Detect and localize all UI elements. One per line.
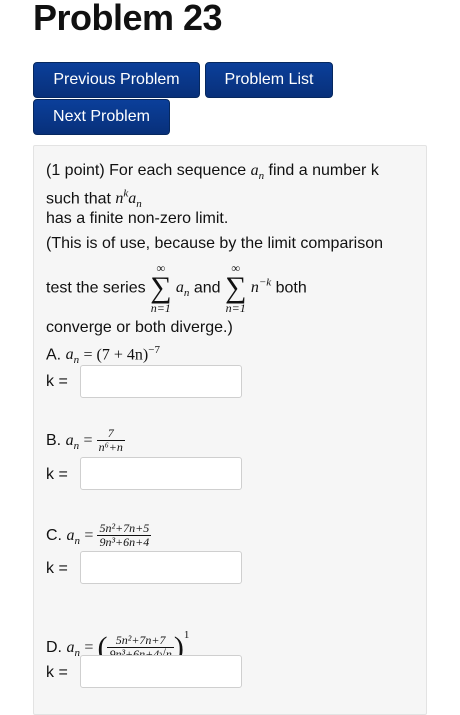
part-c-k-label: k = <box>46 560 68 577</box>
part-b-fraction: 7 n⁶+n <box>96 426 125 455</box>
next-problem-button[interactable]: Next Problem <box>33 99 170 135</box>
part-c-fraction: 5n²+7n+5 9n³+6n+4 <box>97 521 152 550</box>
problem-list-button[interactable]: Problem List <box>205 62 333 98</box>
page-title: Problem 23 <box>33 0 223 38</box>
part-d-k-label: k = <box>46 664 68 681</box>
part-d-k-input[interactable] <box>80 655 242 688</box>
intro-line-6: converge or both diverge.) <box>46 319 233 336</box>
intro-line-3: has a finite non-zero limit. <box>46 210 229 227</box>
part-b-k-input[interactable] <box>80 457 242 490</box>
problem-panel: (1 point) For each sequence an find a nu… <box>33 145 427 715</box>
part-b-k-label: k = <box>46 466 68 483</box>
part-a-k-input[interactable] <box>80 365 242 398</box>
part-a-k-label: k = <box>46 373 68 390</box>
part-c-k-input[interactable] <box>80 551 242 584</box>
intro-line-4: (This is of use, because by the limit co… <box>46 235 384 252</box>
part-b-expression: B. an = 7 n⁶+n <box>46 426 125 455</box>
summation-n-minus-k: ∞ ∑ n=1 <box>225 261 247 316</box>
summation-an: ∞ ∑ n=1 <box>150 261 172 316</box>
previous-problem-button[interactable]: Previous Problem <box>33 62 200 98</box>
intro-line-5: test the series ∞ ∑ n=1 an and ∞ ∑ n=1 n… <box>46 261 307 316</box>
